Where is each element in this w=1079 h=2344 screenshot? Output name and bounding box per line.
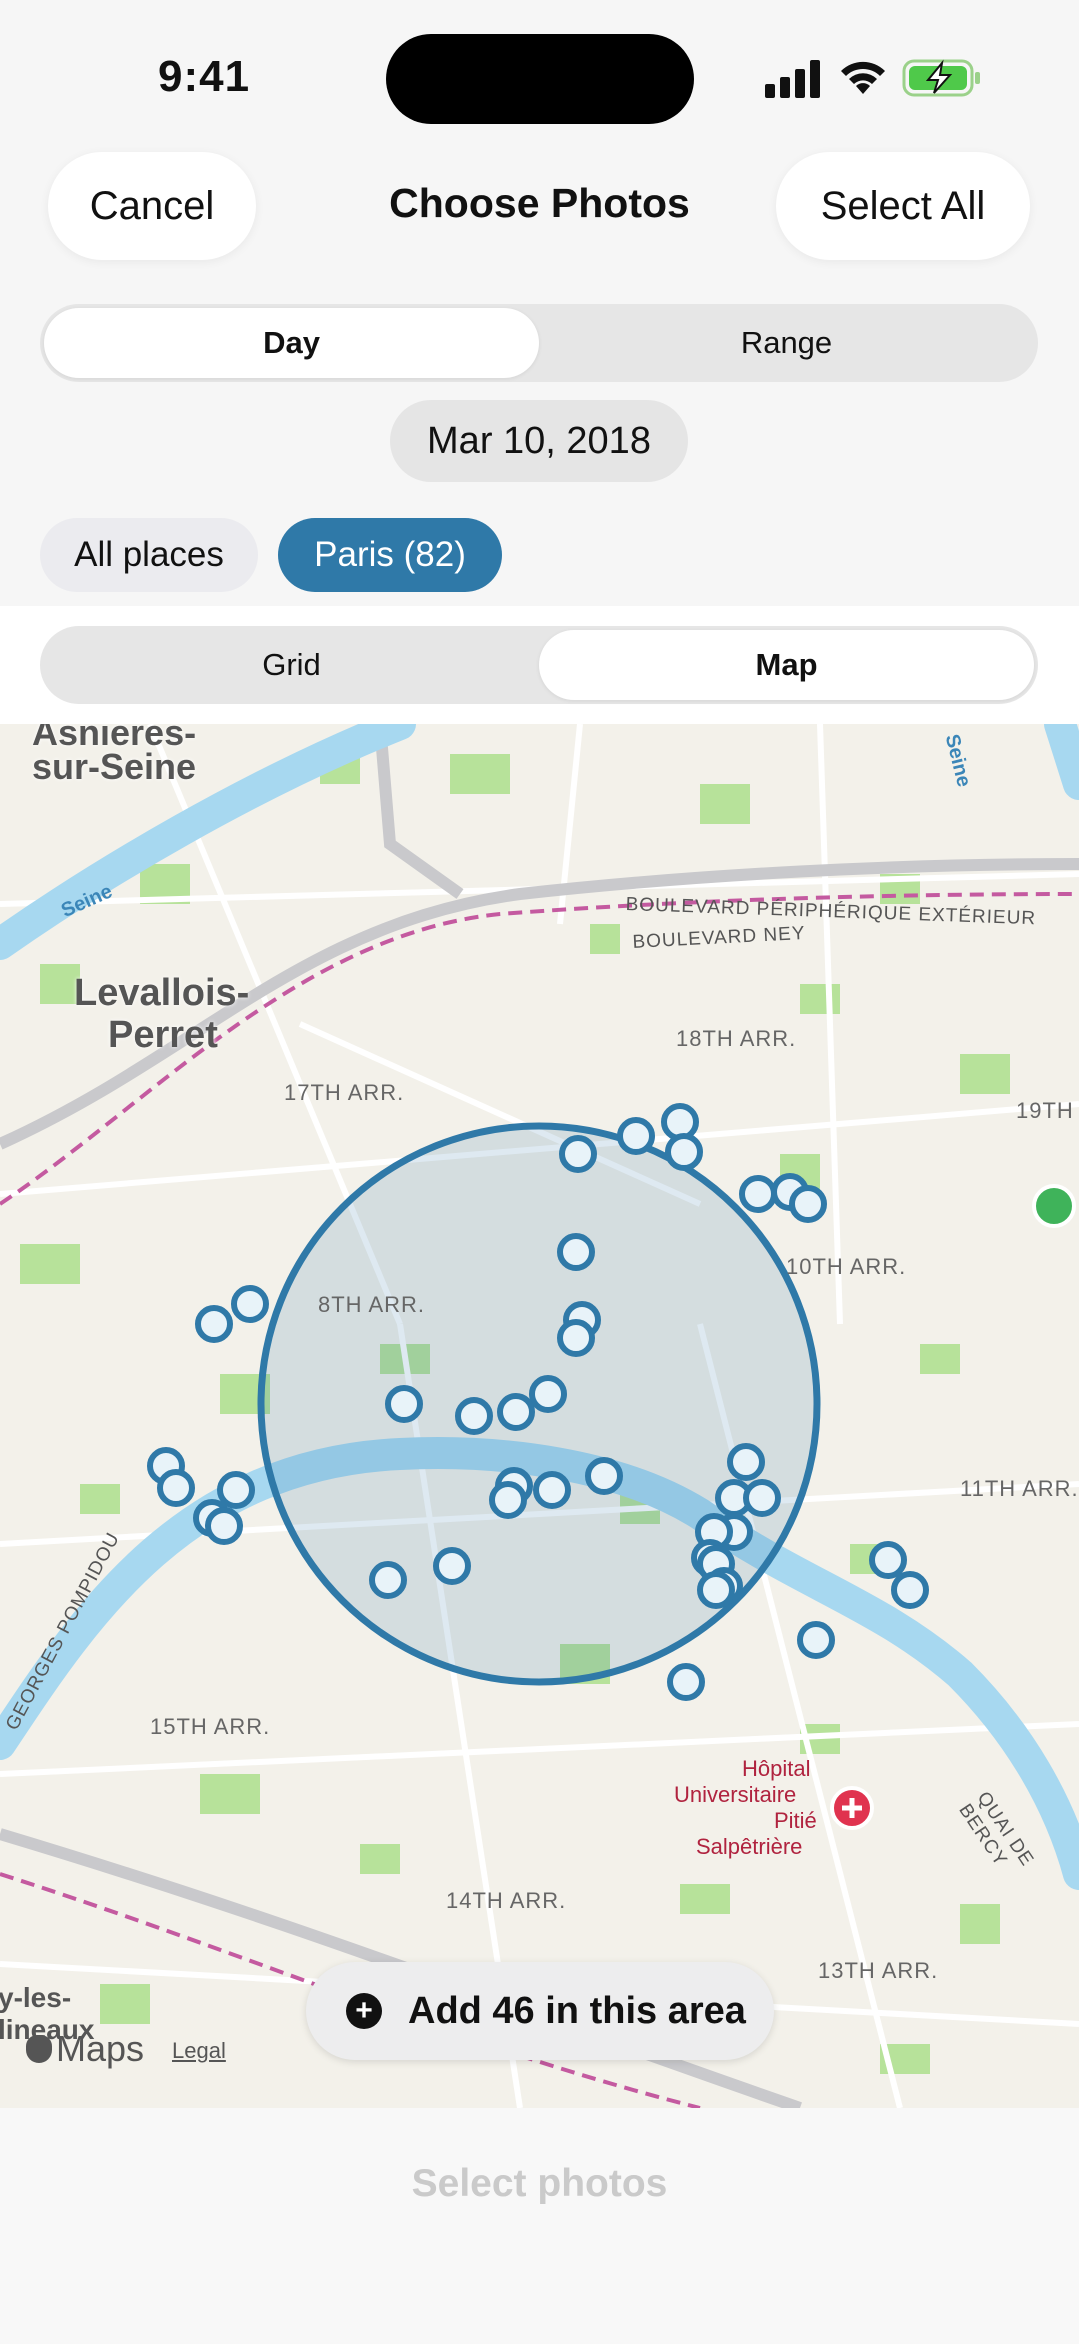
map-label-arr19: 19TH — [1016, 1098, 1074, 1123]
map-label-moulineaux-1: y-les- — [0, 1982, 72, 2013]
photo-pin[interactable] — [697, 1571, 735, 1609]
photo-pin[interactable] — [157, 1469, 195, 1507]
photo-pin[interactable] — [195, 1305, 233, 1343]
date-mode-segmented-control: Day Range — [40, 304, 1038, 382]
photo-pin[interactable] — [739, 1175, 777, 1213]
map-label-arr14: 14TH ARR. — [446, 1888, 567, 1913]
photo-pin[interactable] — [497, 1393, 535, 1431]
photo-pin[interactable] — [617, 1117, 655, 1155]
map-label-arr18: 18TH ARR. — [676, 1026, 797, 1051]
photo-pin[interactable] — [557, 1233, 595, 1271]
segment-day[interactable]: Day — [44, 308, 539, 378]
chip-paris[interactable]: Paris (82) — [278, 518, 502, 592]
apple-logo-icon — [26, 2035, 52, 2063]
map-label-arr17: 17TH ARR. — [284, 1080, 405, 1105]
view-segmented-control: Grid Map — [40, 626, 1038, 704]
photo-pin[interactable] — [797, 1621, 835, 1659]
chip-all-places[interactable]: All places — [40, 518, 258, 592]
wifi-icon — [841, 61, 885, 94]
status-time: 9:41 — [158, 52, 251, 101]
map-label-arr10: 10TH ARR. — [786, 1254, 907, 1279]
photo-pin[interactable] — [789, 1185, 827, 1223]
date-picker-button[interactable]: Mar 10, 2018 — [390, 400, 688, 482]
map-label-asnieres-2: sur-Seine — [32, 746, 197, 787]
segment-range[interactable]: Range — [539, 308, 1034, 378]
map-label-levallois: Levallois- — [74, 972, 250, 1014]
dynamic-island — [386, 34, 694, 124]
photo-pin[interactable] — [533, 1471, 571, 1509]
park-marker-icon[interactable] — [1032, 1184, 1076, 1228]
segment-map[interactable]: Map — [539, 630, 1034, 700]
add-in-area-button[interactable]: + Add 46 in this area — [306, 1962, 774, 2060]
map-label-hospital-3: Pitié — [774, 1808, 817, 1833]
photo-pin[interactable] — [205, 1507, 243, 1545]
photo-pin[interactable] — [869, 1541, 907, 1579]
photo-pin[interactable] — [385, 1385, 423, 1423]
map-label-hospital-4: Salpêtrière — [696, 1834, 803, 1859]
map-label-arr11: 11TH ARR. — [960, 1476, 1079, 1501]
map-label-levallois-2: Perret — [108, 1014, 218, 1056]
legal-link[interactable]: Legal — [172, 2038, 226, 2064]
photo-pin[interactable] — [489, 1481, 527, 1519]
photo-pin[interactable] — [529, 1375, 567, 1413]
select-photos-button[interactable]: Select photos — [0, 2162, 1079, 2206]
map-label-arr8: 8TH ARR. — [318, 1292, 426, 1317]
map-view[interactable]: Asnières- sur-Seine Levallois- Perret 17… — [0, 724, 1079, 2108]
photo-pin[interactable] — [433, 1547, 471, 1585]
bottom-bar — [0, 2108, 1079, 2344]
photo-pin[interactable] — [727, 1443, 765, 1481]
map-label-arr13: 13TH ARR. — [818, 1958, 939, 1983]
photo-pin[interactable] — [743, 1479, 781, 1517]
maps-brand-label: Maps — [56, 2028, 145, 2069]
photo-pin[interactable] — [661, 1103, 699, 1141]
battery-charging-icon — [902, 59, 980, 97]
plus-circle-icon: + — [346, 1993, 382, 2029]
map-label-hospital-2: Universitaire — [674, 1782, 797, 1807]
photo-pin[interactable] — [455, 1397, 493, 1435]
add-in-area-label: Add 46 in this area — [408, 1989, 746, 2032]
map-label-hospital-1: Hôpital — [742, 1756, 811, 1781]
apple-maps-logo: Maps — [26, 2028, 144, 2070]
map-label-arr15: 15TH ARR. — [150, 1714, 271, 1739]
cellular-signal-icon — [765, 60, 820, 98]
segment-grid[interactable]: Grid — [44, 630, 539, 700]
status-bar: 9:41 — [0, 0, 1079, 150]
photo-pin[interactable] — [585, 1457, 623, 1495]
photo-pin[interactable] — [217, 1471, 255, 1509]
photo-pin[interactable] — [559, 1135, 597, 1173]
photo-pin[interactable] — [665, 1133, 703, 1171]
photo-pin[interactable] — [667, 1663, 705, 1701]
photo-pin[interactable] — [557, 1319, 595, 1357]
photo-pin[interactable] — [369, 1561, 407, 1599]
photo-pin[interactable] — [891, 1571, 929, 1609]
select-all-button[interactable]: Select All — [776, 152, 1030, 260]
photo-pin[interactable] — [231, 1285, 269, 1323]
